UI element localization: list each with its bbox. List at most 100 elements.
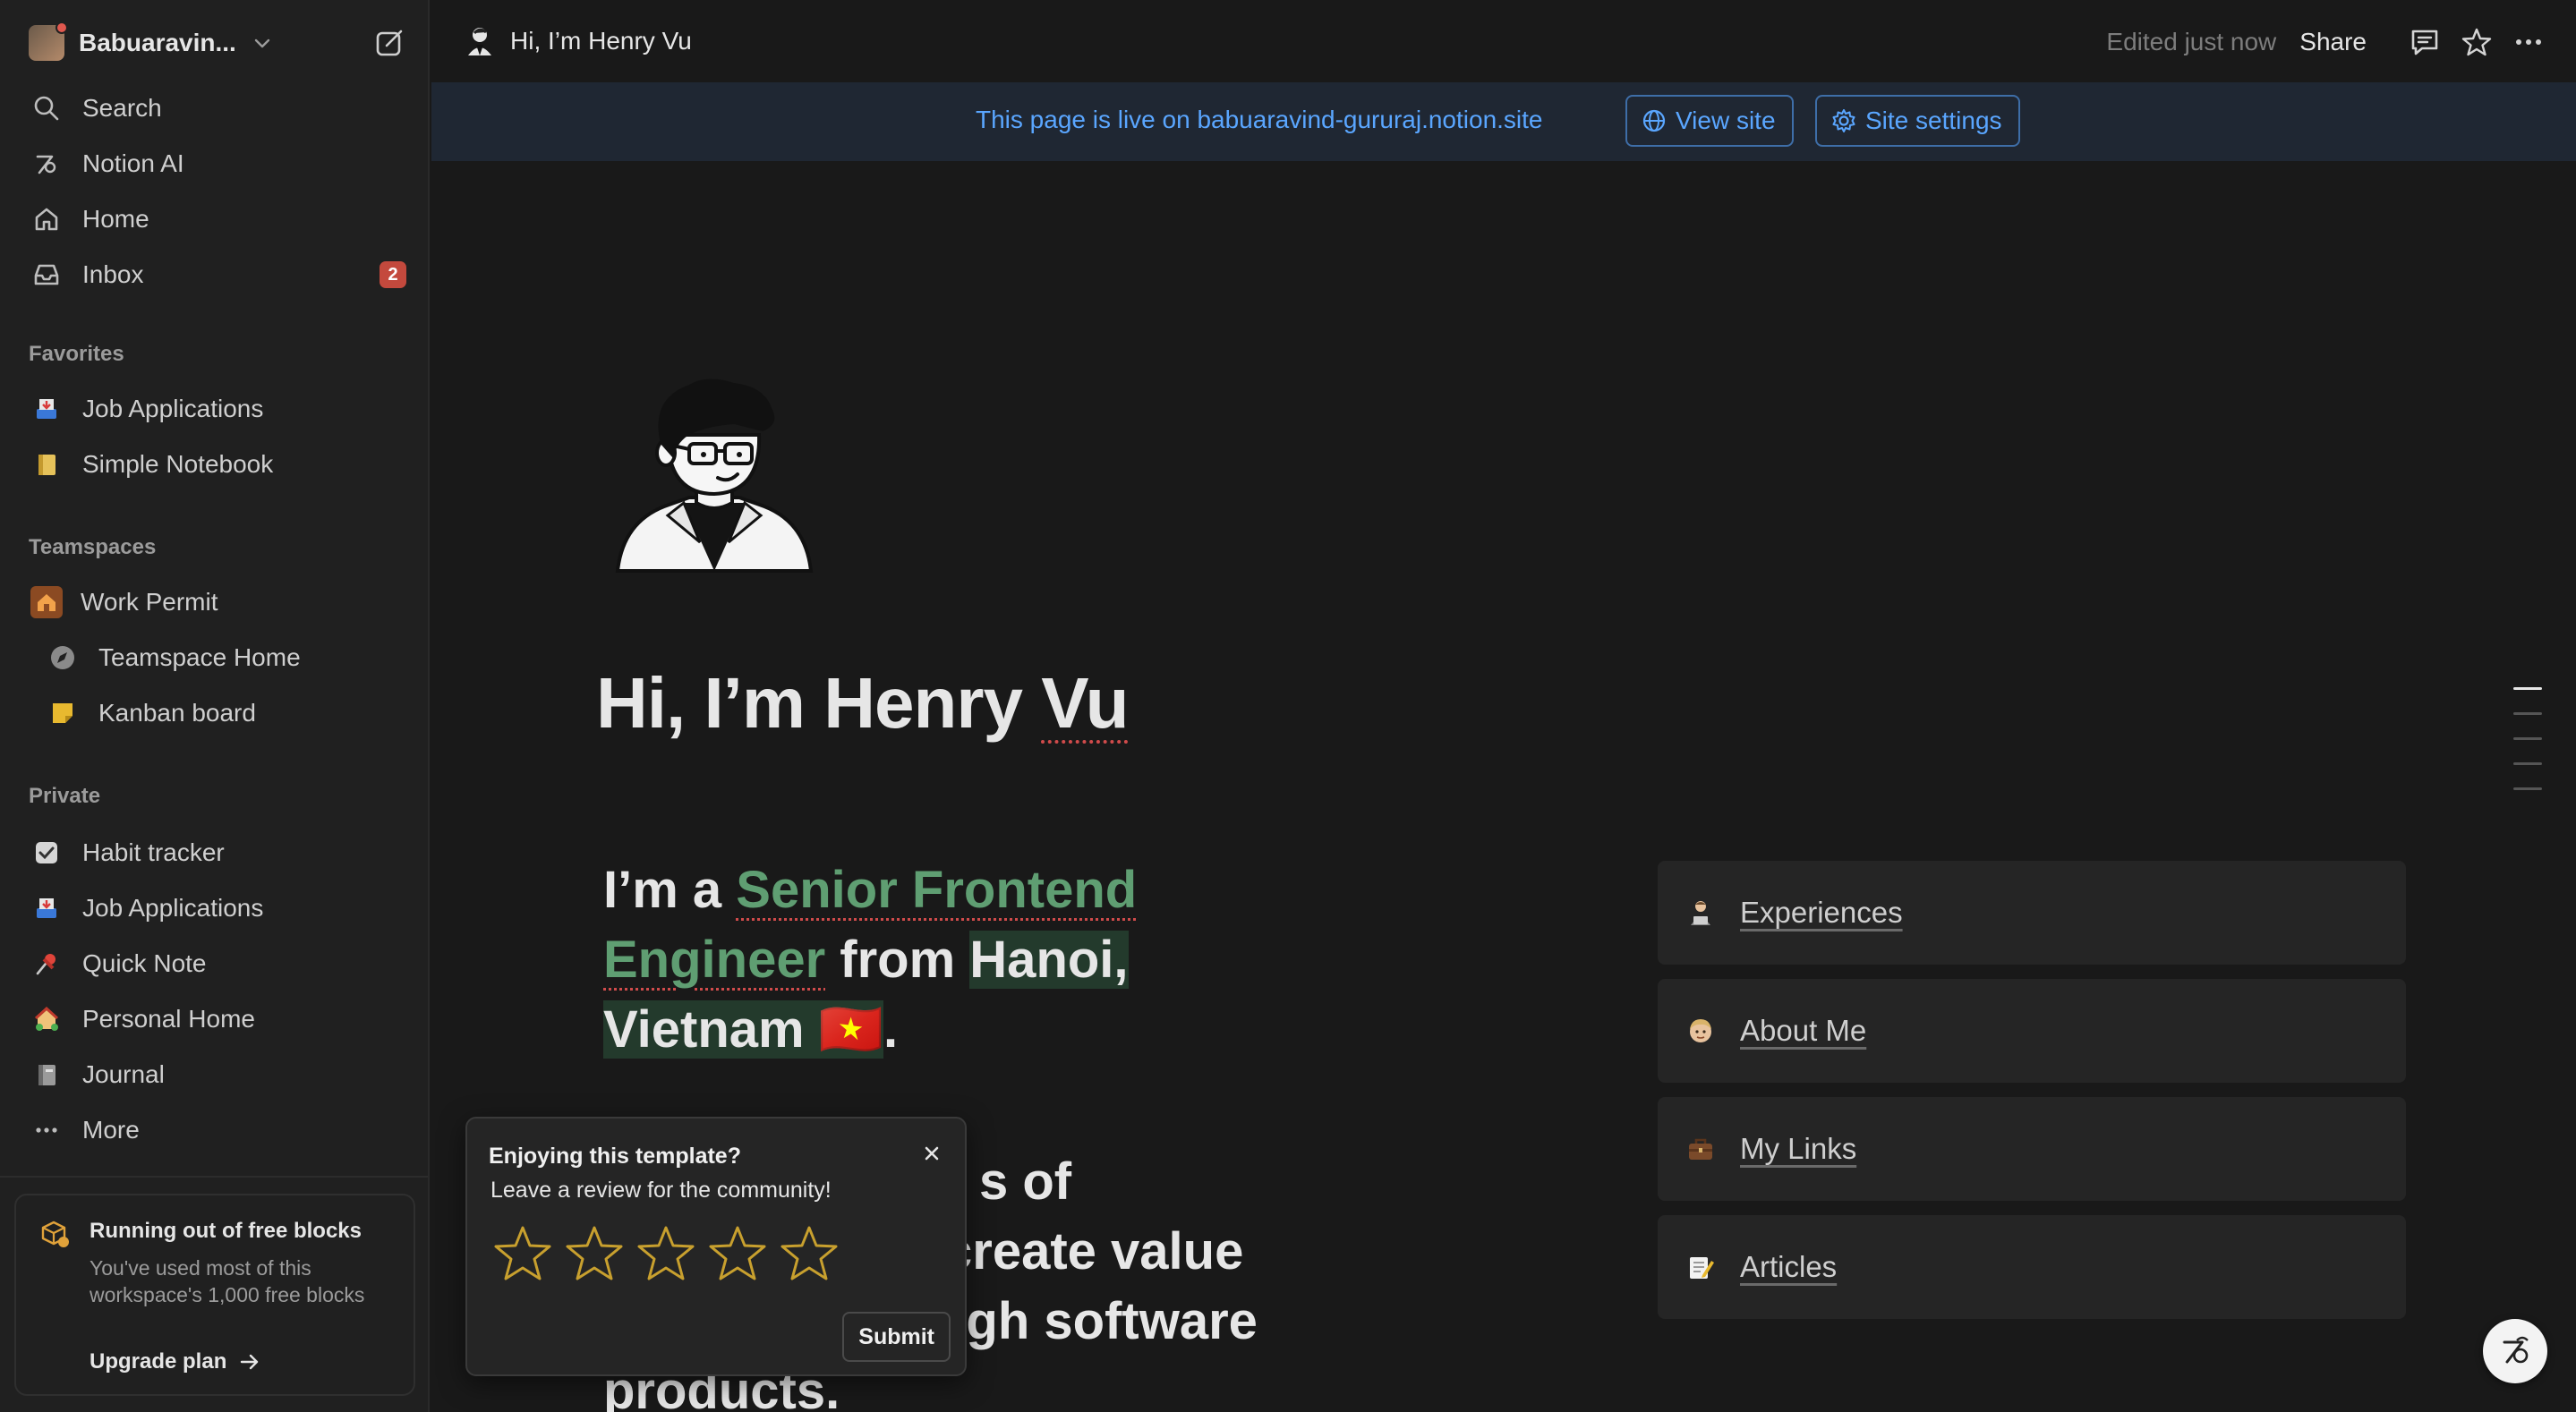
comment-icon[interactable]: [2404, 21, 2445, 63]
more-options-icon[interactable]: [2508, 21, 2549, 63]
teamspaces-section-label[interactable]: Teamspaces: [29, 535, 156, 560]
link-card-articles[interactable]: Articles: [1658, 1215, 2406, 1319]
private-section-label[interactable]: Private: [29, 784, 100, 809]
upgrade-plan-link[interactable]: Upgrade plan: [90, 1349, 260, 1374]
workspace-switcher[interactable]: Babuaravin...: [29, 21, 406, 63]
sidebar-item-simple-notebook[interactable]: Simple Notebook: [29, 440, 406, 489]
toc-line: [2513, 737, 2542, 740]
notification-dot: [55, 21, 68, 34]
workspace-avatar: [29, 21, 68, 61]
review-popup: Enjoying this template? Leave a review f…: [465, 1117, 967, 1376]
link-card-label: My Links: [1740, 1132, 1857, 1165]
view-site-button[interactable]: View site: [1625, 95, 1794, 147]
favorites-section-label[interactable]: Favorites: [29, 342, 124, 367]
sidebar-item-label: Journal: [82, 1060, 165, 1088]
toc-line: [2513, 787, 2542, 790]
page-icon-avatar[interactable]: [614, 372, 815, 573]
gear-icon: [1832, 109, 1855, 132]
more-dots-icon: [29, 1112, 64, 1148]
sidebar-item-teamspace-home[interactable]: Teamspace Home: [45, 634, 406, 682]
link-card-experiences[interactable]: Experiences: [1658, 861, 2406, 965]
toc-line: [2513, 687, 2542, 690]
sidebar-item-label: Habit tracker: [82, 838, 225, 866]
sidebar-item-habit-tracker[interactable]: Habit tracker: [29, 829, 406, 877]
breadcrumb[interactable]: Hi, I’m Henry Vu: [464, 25, 692, 57]
star-icon[interactable]: [564, 1221, 635, 1287]
sidebar-item-label: More: [82, 1116, 140, 1144]
page-title-main: Hi, I’m Henry: [596, 663, 1042, 743]
notebook-icon: [29, 447, 64, 482]
sidebar-divider: [0, 1176, 428, 1178]
globe-icon: [1642, 109, 1666, 132]
notion-ai-button[interactable]: [2483, 1319, 2547, 1383]
sidebar-item-home[interactable]: Home: [29, 195, 406, 243]
site-settings-label: Site settings: [1865, 106, 2002, 134]
toc-line: [2513, 762, 2542, 765]
vietnam-flag-emoji: 🇻🇳: [818, 1000, 883, 1059]
inbox-tray-icon: [29, 890, 64, 926]
sidebar-item-quick-note[interactable]: Quick Note: [29, 940, 406, 988]
sidebar-item-more[interactable]: More: [29, 1106, 406, 1154]
sidebar-item-label: Search: [82, 94, 162, 122]
new-page-icon[interactable]: [374, 27, 406, 59]
review-popup-title: Enjoying this template?: [489, 1144, 741, 1169]
inbox-tray-icon: [29, 391, 64, 427]
notebook-icon: [29, 1057, 64, 1093]
sidebar-item-label: Personal Home: [82, 1005, 255, 1033]
link-card-label: About Me: [1740, 1014, 1867, 1047]
inbox-count-badge: 2: [380, 261, 406, 288]
house-icon: [29, 584, 64, 620]
star-icon[interactable]: [707, 1221, 779, 1287]
workspace-name: Babuaravin...: [79, 29, 236, 56]
intro-paragraph[interactable]: I’m a Senior Frontend Engineer from Hano…: [603, 855, 1212, 1065]
sidebar-item-label: Inbox: [82, 260, 144, 288]
house-garden-icon: [29, 1001, 64, 1037]
sidebar-item-inbox[interactable]: Inbox 2: [29, 251, 406, 299]
sidebar-item-label: Quick Note: [82, 949, 207, 977]
free-blocks-description: You've used most of this workspace's 1,0…: [90, 1256, 365, 1306]
intro-text: I’m a: [603, 861, 737, 919]
site-settings-button[interactable]: Site settings: [1815, 95, 2020, 147]
free-blocks-title: Running out of free blocks: [90, 1219, 362, 1243]
sidebar-item-label: Work Permit: [81, 588, 218, 616]
star-rating: [492, 1221, 850, 1287]
link-card-about-me[interactable]: About Me: [1658, 979, 2406, 1083]
share-button[interactable]: Share: [2299, 28, 2367, 56]
arrow-right-icon: [241, 1354, 259, 1370]
pushpin-icon: [29, 946, 64, 982]
star-favorite-icon[interactable]: [2456, 21, 2497, 63]
cartoon-avatar-icon: [615, 379, 814, 573]
sidebar-item-journal[interactable]: Journal: [29, 1050, 406, 1099]
chevron-down-icon: [252, 33, 272, 53]
upgrade-plan-label: Upgrade plan: [90, 1349, 227, 1374]
site-live-banner: This page is live on babuaravind-gururaj…: [431, 82, 2576, 161]
review-popup-subtitle: Leave a review for the community!: [490, 1178, 832, 1203]
submit-review-button[interactable]: Submit: [842, 1312, 951, 1362]
sidebar-item-job-applications-private[interactable]: Job Applications: [29, 884, 406, 932]
link-card-my-links[interactable]: My Links: [1658, 1097, 2406, 1201]
top-bar: Hi, I’m Henry Vu Edited just now Share: [431, 0, 2576, 82]
sidebar-item-work-permit[interactable]: Work Permit: [29, 578, 406, 626]
page-title[interactable]: Hi, I’m Henry Vu: [596, 662, 1130, 744]
compass-icon: [45, 640, 81, 676]
intro-text: from: [825, 931, 970, 989]
sidebar-item-kanban-board[interactable]: Kanban board: [45, 689, 406, 737]
sidebar-item-label: Home: [82, 205, 149, 233]
sidebar-item-notion-ai[interactable]: Notion AI: [29, 140, 406, 188]
star-icon[interactable]: [492, 1221, 564, 1287]
checkbox-icon: [29, 835, 64, 871]
star-icon[interactable]: [779, 1221, 850, 1287]
close-icon[interactable]: [920, 1142, 943, 1165]
edited-status: Edited just now: [2106, 28, 2277, 55]
notion-ai-face-icon: [2503, 1336, 2529, 1364]
home-icon: [29, 201, 64, 237]
sidebar-item-personal-home[interactable]: Personal Home: [29, 995, 406, 1043]
sidebar-item-search[interactable]: Search: [29, 84, 406, 132]
sidebar-item-label: Kanban board: [98, 699, 256, 727]
inbox-icon: [29, 257, 64, 293]
person-laptop-icon: [1685, 897, 1717, 929]
star-icon[interactable]: [635, 1221, 707, 1287]
notion-ai-icon: [29, 146, 64, 182]
sidebar: Babuaravin... Search Notion AI Home Inbo…: [0, 0, 430, 1412]
sidebar-item-job-applications[interactable]: Job Applications: [29, 385, 406, 433]
